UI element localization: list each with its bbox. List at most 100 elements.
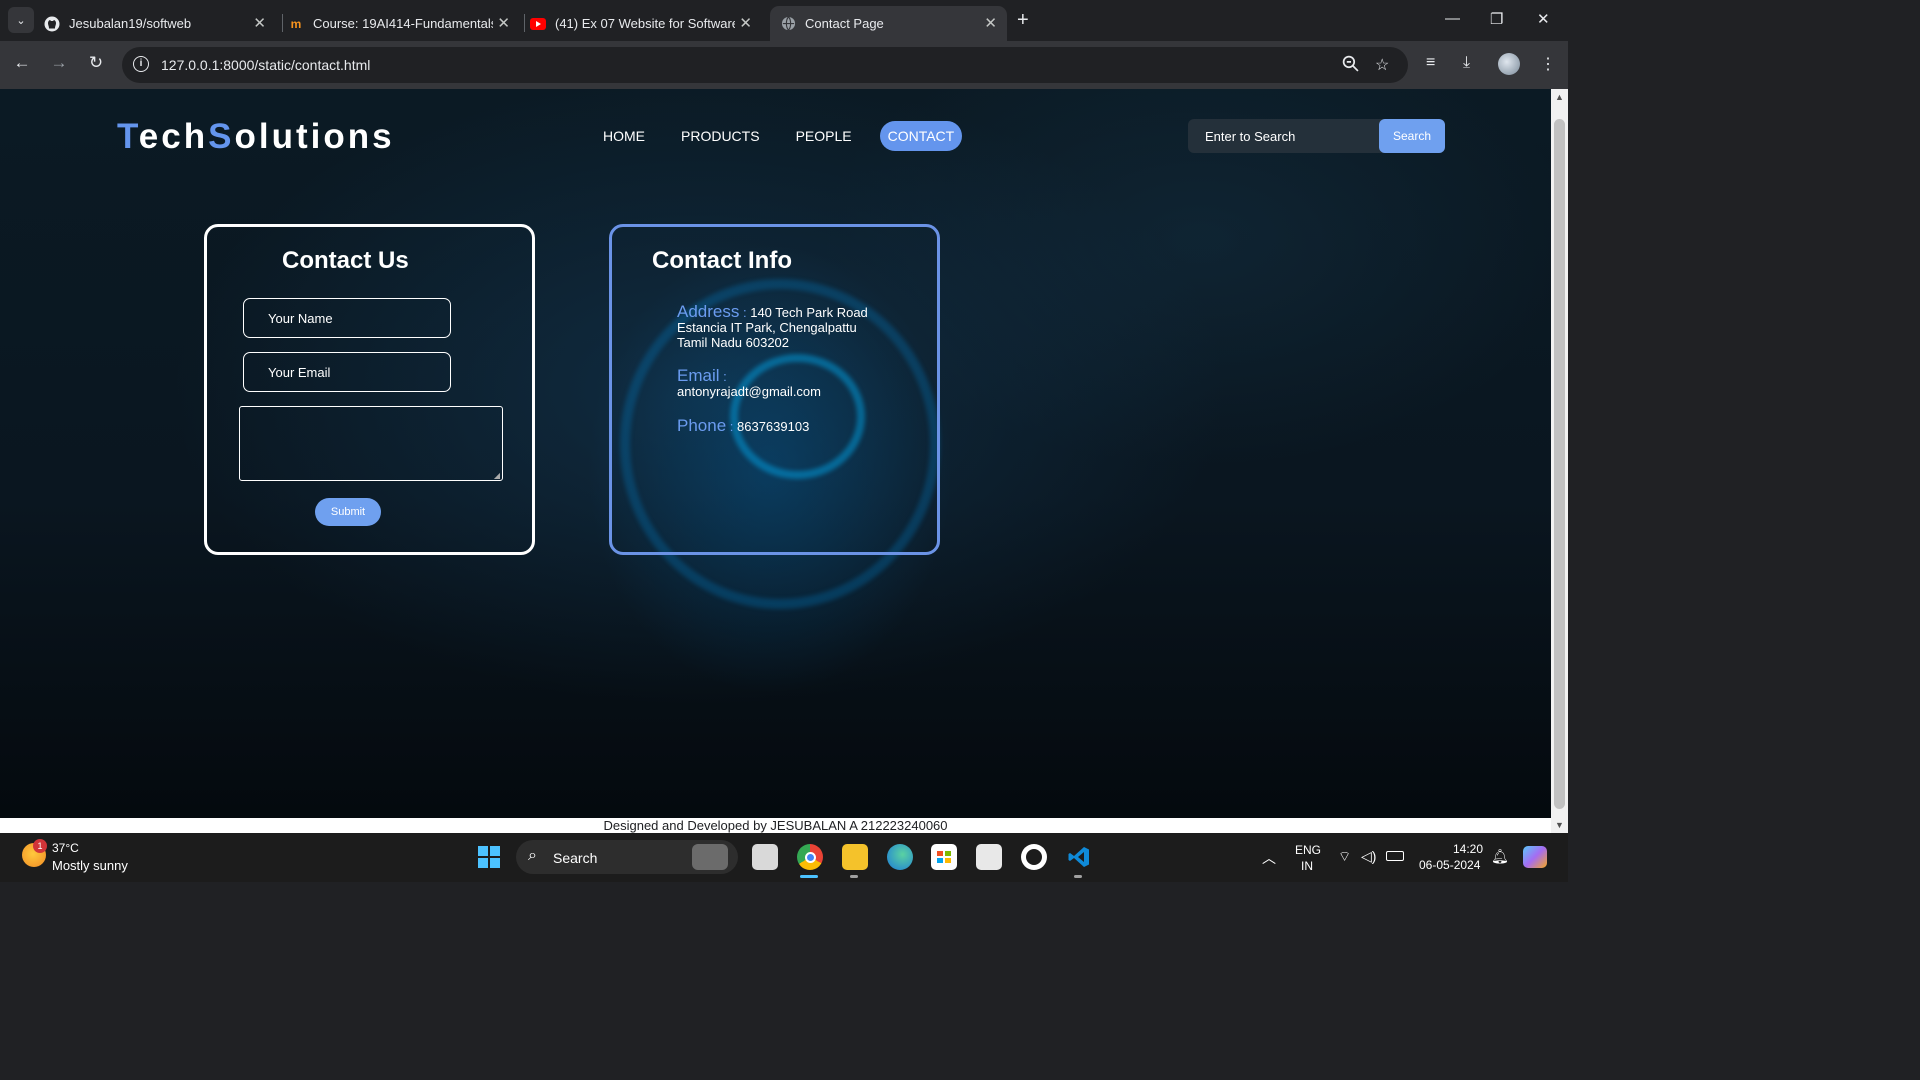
address-line: Estancia IT Park, Chengalpattu bbox=[677, 320, 857, 335]
weather-badge: 1 bbox=[33, 839, 47, 853]
active-app-indicator bbox=[800, 875, 818, 878]
contact-us-title: Contact Us bbox=[282, 247, 409, 274]
close-window-icon[interactable]: ✕ bbox=[1537, 10, 1550, 28]
app-indicator bbox=[850, 875, 858, 878]
wifi-icon[interactable]: ⌔ bbox=[1338, 848, 1351, 866]
notification-bell-icon[interactable]: 🔔︎ bbox=[1491, 848, 1509, 865]
search-input[interactable]: Enter to Search bbox=[1205, 129, 1295, 144]
reading-list-icon[interactable]: ≡ bbox=[1426, 54, 1435, 72]
phone-block: Phone : 8637639103 bbox=[677, 416, 810, 435]
github-icon bbox=[44, 16, 60, 32]
phone-value: 8637639103 bbox=[737, 419, 810, 434]
clock-time[interactable]: 14:20 bbox=[1453, 842, 1483, 856]
phone-label: Phone bbox=[677, 416, 727, 435]
app-indicator bbox=[1074, 875, 1082, 878]
contact-info-card: Contact Info Address : 140 Tech Park Roa… bbox=[609, 224, 940, 555]
tab-youtube[interactable]: (41) Ex 07 Website for Software ✕ bbox=[530, 6, 762, 41]
nav-products[interactable]: PRODUCTS bbox=[673, 121, 768, 151]
globe-icon bbox=[780, 16, 796, 32]
tab-course[interactable]: m Course: 19AI414-Fundamentals ✕ bbox=[288, 6, 520, 41]
email-label: Email bbox=[677, 366, 720, 385]
copilot-icon[interactable] bbox=[1523, 846, 1547, 868]
store-icon[interactable] bbox=[931, 844, 957, 870]
footer-text: Designed and Developed by JESUBALAN A 21… bbox=[603, 818, 948, 833]
battery-icon[interactable] bbox=[1386, 851, 1404, 861]
tab-title: Course: 19AI414-Fundamentals bbox=[313, 16, 493, 31]
weather-desc[interactable]: Mostly sunny bbox=[52, 858, 128, 873]
forward-icon[interactable]: → bbox=[47, 53, 71, 73]
windows-taskbar: 1 37°C Mostly sunny ⌕ Search ︿ ENG IN ⌔ … bbox=[0, 833, 1568, 882]
email-block: Email : antonyrajadt@gmail.com bbox=[677, 366, 821, 399]
email-placeholder: Your Email bbox=[268, 365, 331, 380]
name-placeholder: Your Name bbox=[268, 311, 333, 326]
close-tab-icon[interactable]: ✕ bbox=[497, 14, 510, 32]
nav-contact[interactable]: CONTACT bbox=[879, 121, 963, 151]
tab-title: Jesubalan19/softweb bbox=[69, 16, 192, 31]
menu-icon[interactable]: ⋮ bbox=[1540, 54, 1556, 74]
email-field[interactable]: Your Email bbox=[243, 352, 451, 392]
address-block: Address : 140 Tech Park Road Estancia IT… bbox=[677, 302, 868, 350]
page-viewport: TechSolutions HOME PRODUCTS PEOPLE CONTA… bbox=[0, 89, 1551, 833]
submit-button[interactable]: Submit bbox=[315, 498, 381, 526]
vscode-icon[interactable] bbox=[1066, 844, 1092, 870]
close-tab-icon[interactable]: ✕ bbox=[739, 14, 752, 32]
nav-people[interactable]: PEOPLE bbox=[788, 121, 860, 151]
file-explorer-icon[interactable] bbox=[842, 844, 868, 870]
restore-icon[interactable]: ❐ bbox=[1490, 10, 1503, 28]
profile-avatar[interactable] bbox=[1498, 53, 1520, 75]
page-scrollbar[interactable]: ▲ ▼ bbox=[1551, 89, 1568, 833]
email-value: antonyrajadt@gmail.com bbox=[677, 384, 821, 399]
message-textarea[interactable]: ◢ bbox=[239, 406, 503, 481]
name-field[interactable]: Your Name bbox=[243, 298, 451, 338]
moodle-icon: m bbox=[290, 16, 302, 31]
taskbar-search[interactable]: ⌕ Search bbox=[516, 840, 738, 874]
site-info-icon[interactable]: i bbox=[133, 56, 149, 72]
notepad-icon[interactable] bbox=[976, 844, 1002, 870]
tab-separator bbox=[282, 14, 283, 32]
contact-form-card: Contact Us Your Name Your Email ◢ Submit bbox=[204, 224, 535, 555]
nav-home[interactable]: HOME bbox=[595, 121, 653, 151]
edge-icon[interactable] bbox=[887, 844, 913, 870]
address-line: 140 Tech Park Road bbox=[750, 305, 868, 320]
reload-icon[interactable]: ↻ bbox=[84, 53, 108, 73]
volume-icon[interactable]: ◁) bbox=[1361, 848, 1376, 865]
new-tab-icon[interactable]: + bbox=[1017, 9, 1029, 32]
site-logo[interactable]: TechSolutions bbox=[117, 117, 395, 157]
bookmark-star-icon[interactable]: ☆ bbox=[1375, 55, 1389, 75]
close-tab-icon[interactable]: ✕ bbox=[253, 14, 266, 32]
main-nav: HOME PRODUCTS PEOPLE CONTACT bbox=[595, 121, 963, 151]
page-footer: Designed and Developed by JESUBALAN A 21… bbox=[0, 818, 1551, 833]
clock-date[interactable]: 06-05-2024 bbox=[1419, 858, 1480, 872]
scroll-down-icon[interactable]: ▼ bbox=[1555, 820, 1564, 830]
tab-search-button[interactable]: ⌄ bbox=[8, 7, 34, 33]
site-search: Enter to Search Search bbox=[1188, 119, 1445, 153]
address-line: Tamil Nadu 603202 bbox=[677, 335, 790, 350]
search-button[interactable]: Search bbox=[1379, 119, 1445, 153]
resize-handle-icon[interactable]: ◢ bbox=[494, 471, 500, 480]
address-bar[interactable]: i 127.0.0.1:8000/static/contact.html ☆ bbox=[122, 47, 1408, 83]
language-secondary[interactable]: IN bbox=[1301, 859, 1313, 873]
chrome-icon[interactable] bbox=[797, 844, 823, 870]
close-tab-icon[interactable]: ✕ bbox=[984, 14, 997, 32]
taskbar-search-label: Search bbox=[553, 850, 598, 866]
back-icon[interactable]: ← bbox=[10, 53, 34, 73]
address-label: Address bbox=[677, 302, 740, 321]
github-desktop-icon[interactable] bbox=[1021, 844, 1047, 870]
language-primary[interactable]: ENG bbox=[1295, 843, 1321, 857]
tab-title: Contact Page bbox=[805, 16, 884, 31]
windows-start-icon[interactable] bbox=[478, 846, 500, 868]
tray-overflow-icon[interactable]: ︿ bbox=[1262, 848, 1276, 868]
youtube-icon bbox=[530, 16, 546, 32]
task-view-icon[interactable] bbox=[752, 844, 778, 870]
tab-separator bbox=[524, 14, 525, 32]
tab-contact-page[interactable]: Contact Page ✕ bbox=[770, 6, 1007, 41]
zoom-icon[interactable] bbox=[1342, 55, 1359, 77]
minimize-icon[interactable]: — bbox=[1445, 10, 1460, 27]
scrollbar-thumb[interactable] bbox=[1554, 119, 1565, 809]
tab-github[interactable]: Jesubalan19/softweb ✕ bbox=[44, 6, 276, 41]
browser-toolbar: ← → ↻ i 127.0.0.1:8000/static/contact.ht… bbox=[0, 41, 1568, 89]
weather-temp[interactable]: 37°C bbox=[52, 841, 79, 855]
download-icon[interactable]: ⤓ bbox=[1463, 54, 1470, 72]
scroll-up-icon[interactable]: ▲ bbox=[1555, 92, 1564, 102]
url-text[interactable]: 127.0.0.1:8000/static/contact.html bbox=[161, 57, 370, 73]
